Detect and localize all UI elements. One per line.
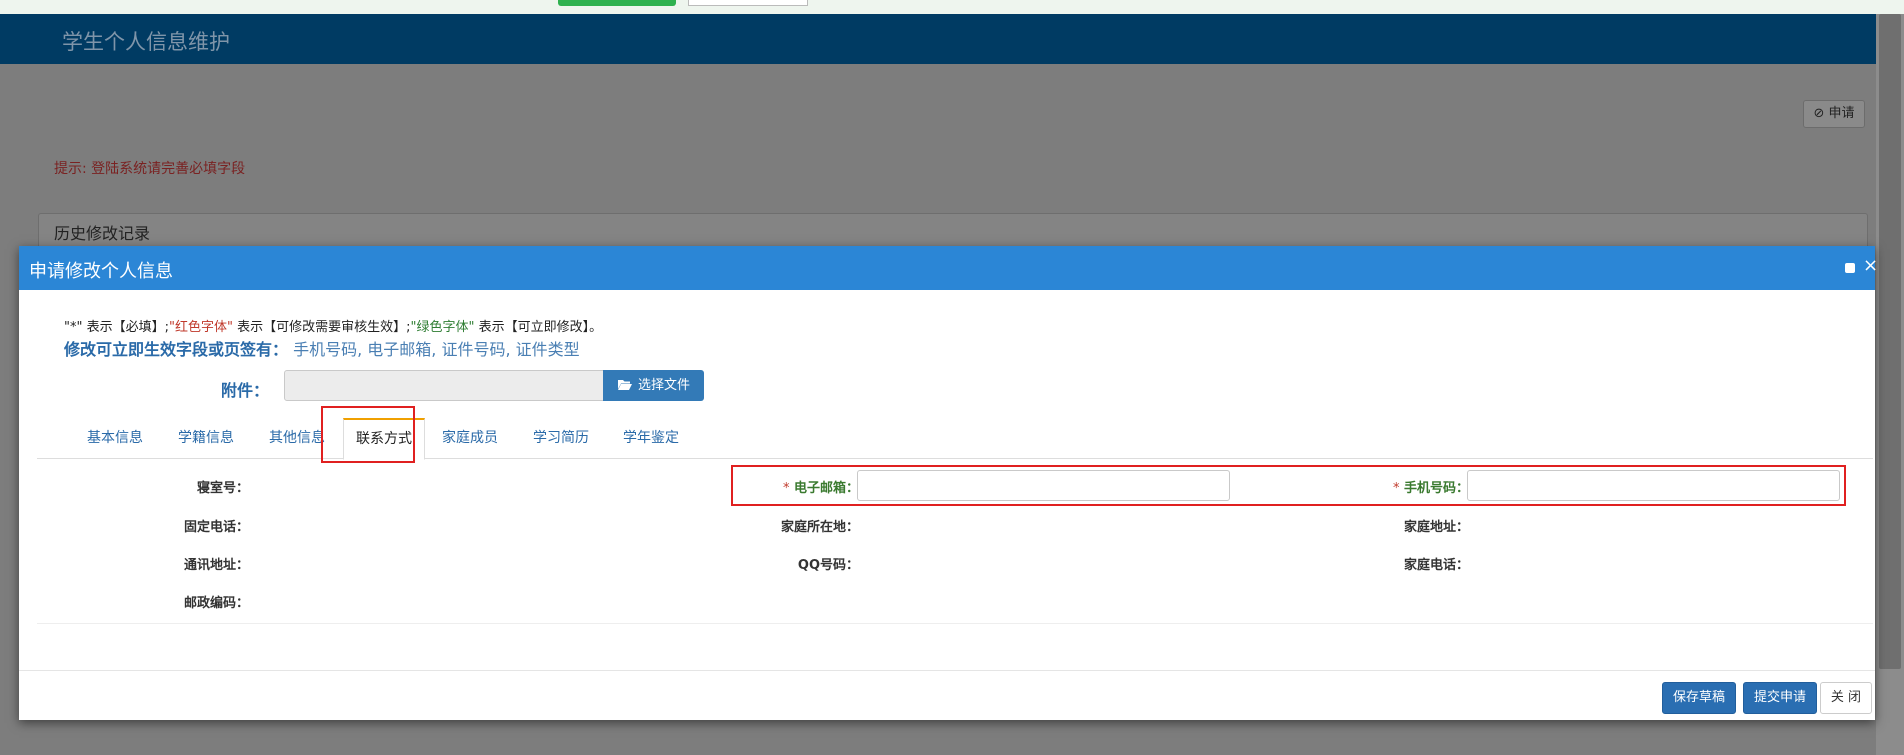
modal-header: 申请修改个人信息 ×: [19, 246, 1878, 290]
maximize-icon[interactable]: [1845, 263, 1855, 273]
top-notice-bar: [0, 0, 1904, 14]
submit-button[interactable]: 提交申请: [1743, 682, 1817, 714]
legend-part3: 表示【可立即修改】。: [474, 320, 603, 335]
edit-info-modal: 申请修改个人信息 × "*" 表示【必填】;"红色字体" 表示【可修改需要审核生…: [19, 246, 1878, 720]
tab-basic-info[interactable]: 基本信息: [75, 418, 155, 458]
landline-label: 固定电话：: [183, 520, 249, 535]
legend-part2: 表示【可修改需要审核生效】;: [232, 320, 411, 335]
form-divider: [37, 623, 1873, 624]
modal-title: 申请修改个人信息: [29, 261, 173, 282]
close-button[interactable]: 关 闭: [1820, 682, 1872, 714]
folder-open-icon: [617, 380, 632, 390]
tab-highlight-box: [321, 406, 415, 463]
tab-enrollment-info[interactable]: 学籍信息: [166, 418, 246, 458]
page-title: 学生个人信息维护: [62, 30, 230, 54]
choose-file-button[interactable]: 选择文件: [603, 370, 704, 401]
info-tabs: 基本信息 学籍信息 其他信息 联系方式 家庭成员 学习简历 学年鉴定: [37, 418, 1873, 460]
history-panel: 历史修改记录: [38, 213, 1868, 249]
notice-white-button[interactable]: [688, 0, 808, 6]
footer-divider: [19, 670, 1875, 671]
tab-study-history[interactable]: 学习简历: [521, 418, 601, 458]
instant-fields-value: 手机号码, 电子邮箱, 证件号码, 证件类型: [293, 340, 580, 359]
tab-annual-review[interactable]: 学年鉴定: [611, 418, 691, 458]
home-location-label: 家庭所在地：: [780, 520, 859, 535]
attachment-file-field[interactable]: [284, 370, 604, 401]
page-header: 学生个人信息维护: [0, 14, 1876, 64]
history-title: 历史修改记录: [54, 224, 151, 243]
required-fields-hint: 提示: 登陆系统请完善必填字段: [54, 161, 246, 177]
attachment-label: 附件：: [221, 381, 270, 400]
tab-family-members[interactable]: 家庭成员: [430, 418, 510, 458]
home-phone-label: 家庭电话：: [1403, 558, 1469, 573]
legend-green-sample: "绿色字体": [410, 320, 475, 335]
close-icon[interactable]: ×: [1863, 255, 1878, 277]
home-address-label: 家庭地址：: [1403, 520, 1469, 535]
qq-label: QQ号码：: [797, 558, 859, 573]
instant-fields-label: 修改可立即生效字段或页签有：: [64, 340, 289, 359]
apply-button[interactable]: ⊘ 申请: [1803, 100, 1865, 128]
dorm-label: 寝室号：: [196, 481, 249, 496]
page-scrollbar[interactable]: [1876, 14, 1904, 755]
scrollbar-thumb[interactable]: [1879, 14, 1901, 669]
legend-part1: "*" 表示【必填】;: [64, 320, 169, 335]
mailing-address-label: 通讯地址：: [183, 558, 249, 573]
legend-red-sample: "红色字体": [168, 320, 233, 335]
contact-fields-highlight-box: [731, 465, 1846, 506]
notice-green-button[interactable]: [558, 0, 676, 6]
legend-text: "*" 表示【必填】;"红色字体" 表示【可修改需要审核生效】;"绿色字体" 表…: [64, 316, 602, 335]
save-draft-button[interactable]: 保存草稿: [1662, 682, 1736, 714]
instant-fields-note: 修改可立即生效字段或页签有： 手机号码, 电子邮箱, 证件号码, 证件类型: [64, 336, 580, 360]
choose-file-label: 选择文件: [637, 378, 690, 393]
postcode-label: 邮政编码：: [183, 596, 249, 611]
